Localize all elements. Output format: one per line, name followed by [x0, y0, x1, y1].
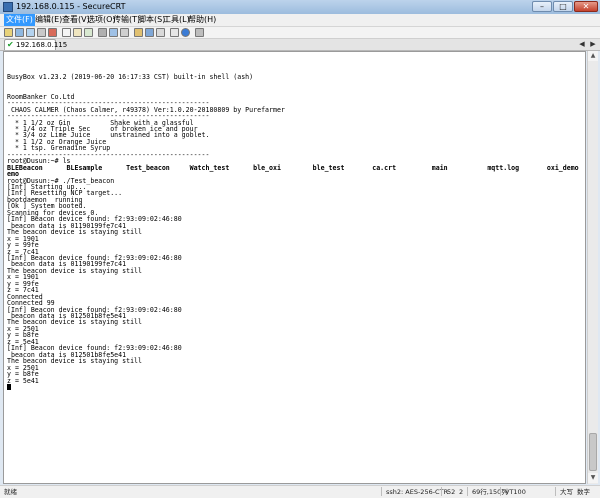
cursor-block	[7, 383, 11, 390]
vertical-scrollbar[interactable]: ▲ ▼	[587, 51, 598, 484]
print-icon[interactable]	[98, 28, 107, 37]
minimize-button[interactable]: –	[532, 1, 552, 12]
help-icon[interactable]	[181, 28, 190, 37]
menu-file[interactable]: 文件(F)	[4, 14, 35, 26]
status-divider	[500, 487, 501, 496]
status-caps-lock: 大写	[560, 488, 573, 496]
status-ready: 就绪	[4, 488, 17, 496]
maximize-button[interactable]: □	[553, 1, 573, 12]
reconnect-icon[interactable]	[37, 28, 46, 37]
terminal-output[interactable]: BusyBox v1.23.2 (2019-06-20 16:17:33 CST…	[3, 51, 586, 484]
status-cursor-col: 2	[459, 488, 464, 496]
toolbar	[0, 27, 600, 39]
global-options-icon[interactable]	[120, 28, 129, 37]
terminal-line: BusyBox v1.23.2 (2019-06-20 16:17:33 CST…	[7, 73, 254, 82]
close-button[interactable]: ✕	[574, 1, 598, 12]
scrollbar-thumb[interactable]	[589, 433, 597, 471]
copy-icon[interactable]	[62, 28, 71, 37]
status-encryption: ssh2: AES-256-CTR	[386, 488, 449, 496]
keymap-icon[interactable]	[145, 28, 154, 37]
chat-window-icon[interactable]	[156, 28, 165, 37]
sftp-icon[interactable]	[134, 28, 143, 37]
session-tab[interactable]: ✔ 192.168.0.115	[4, 39, 67, 50]
connect-in-tab-icon[interactable]	[26, 28, 35, 37]
status-cursor-row: 52	[447, 488, 456, 496]
terminal-line: z = 5e41	[7, 376, 39, 385]
paste-icon[interactable]	[73, 28, 82, 37]
scroll-up-icon[interactable]: ▲	[588, 51, 598, 61]
settings-icon[interactable]	[170, 28, 179, 37]
status-terminal-size: 69行,150列	[472, 488, 508, 496]
menu-help[interactable]: 帮助(H)	[186, 14, 218, 26]
connect-icon[interactable]	[4, 28, 13, 37]
disconnect-icon[interactable]	[48, 28, 57, 37]
status-divider	[381, 487, 382, 496]
window-title: 192.168.0.115 - SecureCRT	[16, 2, 126, 11]
connected-check-icon: ✔	[7, 40, 14, 49]
status-bar: 就绪 ssh2: AES-256-CTR 52 2 69行,150列 VT100…	[0, 485, 600, 498]
session-options-icon[interactable]	[109, 28, 118, 37]
find-icon[interactable]	[84, 28, 93, 37]
quick-connect-icon[interactable]	[15, 28, 24, 37]
title-bar: 192.168.0.115 - SecureCRT – □ ✕	[0, 0, 600, 15]
session-tab-label: 192.168.0.115	[16, 41, 68, 49]
tab-scroll-left-icon[interactable]: ◀	[578, 40, 586, 48]
session-tab-bar: ✔ 192.168.0.115 ◀ ▶	[0, 39, 600, 51]
securecrt-app-icon	[3, 2, 13, 12]
status-num-lock: 数字	[577, 488, 590, 496]
tab-scroll-right-icon[interactable]: ▶	[589, 40, 597, 48]
terminal-cursor	[7, 383, 11, 391]
status-divider	[555, 487, 556, 496]
status-divider	[467, 487, 468, 496]
status-terminal-type: VT100	[505, 488, 526, 496]
terminal-line: BLEBeacon BLEsample Test_beacon Watch_te…	[7, 163, 579, 172]
menu-bar: 文件(F) 编辑(E) 查看(V) 选项(O) 传输(T) 脚本(S) 工具(L…	[0, 14, 600, 27]
status-divider	[441, 487, 442, 496]
about-icon[interactable]	[195, 28, 204, 37]
scroll-down-icon[interactable]: ▼	[588, 473, 598, 483]
